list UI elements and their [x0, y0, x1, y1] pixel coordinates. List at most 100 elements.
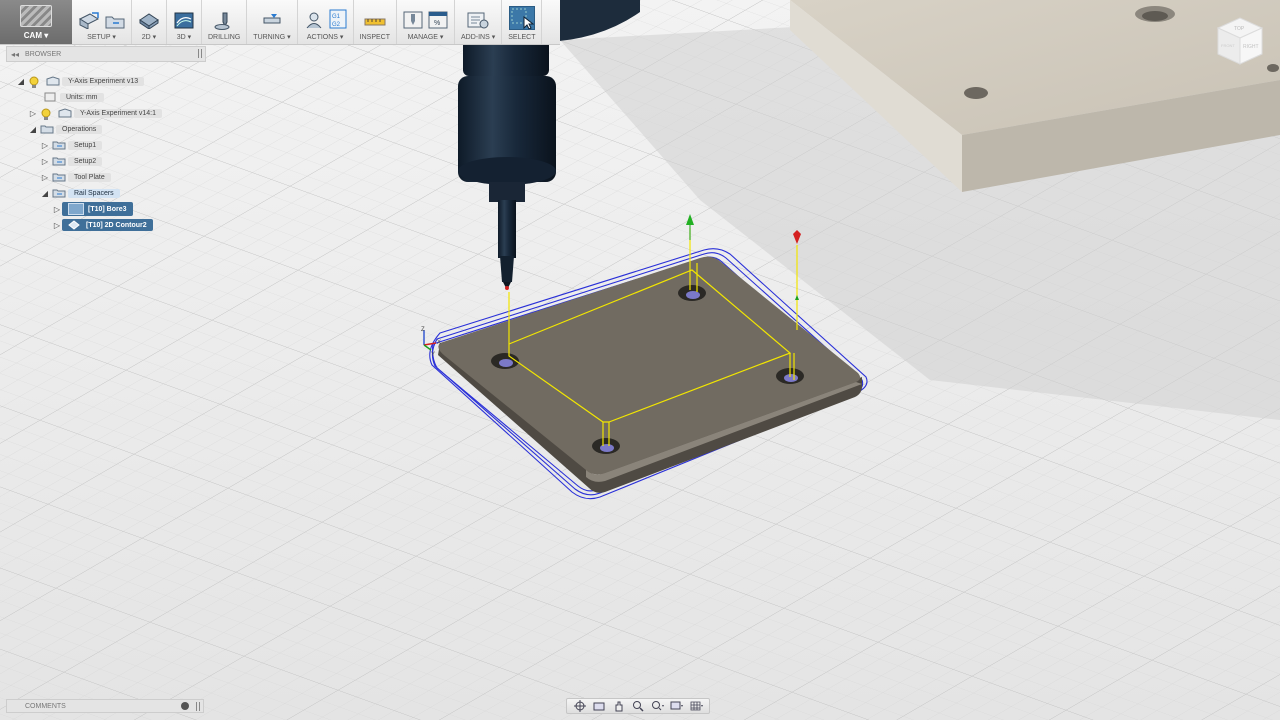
turning-group[interactable]: TURNING ▾: [247, 0, 298, 44]
drill-icon[interactable]: [213, 12, 235, 30]
units-icon: [44, 92, 58, 102]
viewcube-front-label: FRONT: [1221, 43, 1235, 48]
expand-toggle-icon[interactable]: ▷: [40, 173, 50, 182]
expand-toggle-icon[interactable]: ◢: [16, 77, 26, 86]
template-library-icon[interactable]: %: [428, 11, 448, 29]
fit-zoom-icon[interactable]: [651, 700, 664, 712]
manage-group[interactable]: % MANAGE ▾: [397, 0, 455, 44]
3d-group[interactable]: 3D ▾: [167, 0, 202, 44]
add-ins-group[interactable]: ADD-INS ▾: [455, 0, 503, 44]
setup-menu-label: SETUP ▾: [87, 34, 116, 41]
navigation-bar: [566, 698, 710, 714]
tree-item-root-document[interactable]: ◢ Y-Axis Experiment v13: [16, 74, 145, 88]
tree-item-label: [T10] 2D Contour2: [86, 221, 147, 229]
look-at-icon[interactable]: [593, 700, 606, 712]
browser-header[interactable]: ◂◂ BROWSER: [6, 46, 206, 62]
tree-item-label: Y-Axis Experiment v14:1: [74, 108, 162, 118]
tree-item-units[interactable]: Units: mm: [42, 90, 104, 104]
select-group[interactable]: SELECT: [502, 0, 543, 44]
contour-operation-icon: [68, 220, 82, 230]
drilling-label: DRILLING: [208, 34, 241, 41]
bore-operation-icon: [68, 203, 84, 215]
comments-panel[interactable]: COMMENTS: [6, 699, 204, 713]
browser-panel: ◂◂ BROWSER ◢ Y-Axis Experiment v13 Units…: [6, 46, 206, 231]
browser-title: BROWSER: [25, 50, 62, 58]
turning-menu-label: TURNING ▾: [253, 34, 291, 41]
tree-item-label: Y-Axis Experiment v13: [62, 76, 145, 86]
tree-item-tool-plate[interactable]: ▷ Tool Plate: [40, 170, 111, 184]
svg-text:%: %: [434, 20, 440, 27]
inspect-label: INSPECT: [359, 34, 390, 41]
zoom-icon[interactable]: [631, 700, 644, 712]
cam-workspace-icon: [20, 5, 52, 27]
component-icon: [46, 76, 60, 86]
component-icon: [58, 108, 72, 118]
canvas-viewport[interactable]: Z X Y: [0, 0, 1280, 720]
scripts-addins-icon[interactable]: [467, 11, 489, 29]
tree-item-label: Units: mm: [60, 92, 104, 102]
display-settings-icon[interactable]: [670, 700, 684, 712]
tree-item-label: Operations: [56, 124, 103, 134]
turning-icon[interactable]: [261, 11, 283, 29]
expand-toggle-icon[interactable]: ◢: [40, 189, 50, 198]
tree-item-rail-spacers[interactable]: ◢ Rail Spacers: [40, 186, 120, 200]
svg-text:G2: G2: [332, 22, 341, 28]
visibility-bulb-icon[interactable]: [28, 76, 42, 88]
axis-y-label: Y: [431, 352, 435, 358]
expand-toggle-icon[interactable]: ◢: [28, 125, 38, 134]
selected-operation-chip: [T10] 2D Contour2: [62, 219, 153, 231]
drilling-group[interactable]: DRILLING: [202, 0, 248, 44]
viewcube-top-label: TOP: [1234, 26, 1245, 32]
collapse-panel-icon[interactable]: ◂◂: [11, 50, 19, 59]
expand-toggle-icon[interactable]: ▷: [40, 157, 50, 166]
setup-icon: [52, 188, 66, 198]
tree-item-label: [T10] Bore3: [88, 205, 127, 213]
view-cube[interactable]: TOP FRONT RIGHT: [1212, 14, 1268, 68]
new-setup-icon[interactable]: [78, 11, 100, 29]
tree-item-2d-contour2[interactable]: ▷ [T10] 2D Contour2: [52, 218, 153, 232]
expand-toggle-icon[interactable]: ▷: [40, 141, 50, 150]
tree-item-referenced-component[interactable]: ▷ Y-Axis Experiment v14:1: [28, 106, 162, 120]
tree-item-label: Setup1: [68, 140, 103, 150]
actions-group[interactable]: G1 G2 ACTIONS ▾: [298, 0, 354, 44]
workspace-label: CAM ▾: [23, 31, 49, 40]
expand-toggle-icon[interactable]: ▷: [28, 109, 38, 118]
axis-x-label: X: [437, 340, 441, 346]
setup-icon: [52, 140, 66, 150]
manage-menu-label: MANAGE ▾: [407, 34, 444, 41]
tree-item-bore3[interactable]: ▷ [T10] Bore3: [52, 202, 133, 216]
actions-menu-label: ACTIONS ▾: [306, 34, 344, 41]
orbit-icon[interactable]: [573, 700, 586, 712]
setup-icon: [52, 172, 66, 182]
setup-folder-icon[interactable]: [105, 13, 125, 29]
visibility-bulb-icon[interactable]: [40, 108, 54, 120]
simulate-icon[interactable]: [304, 11, 324, 29]
pin-panel-icon[interactable]: [196, 702, 200, 711]
axis-z-label: Z: [421, 327, 425, 333]
2d-group[interactable]: 2D ▾: [132, 0, 167, 44]
pin-panel-icon[interactable]: [198, 49, 202, 58]
workspace-switcher[interactable]: CAM ▾: [0, 0, 72, 44]
setup-group[interactable]: SETUP ▾: [72, 0, 132, 44]
comments-title: COMMENTS: [25, 702, 66, 710]
select-cursor-icon[interactable]: [508, 6, 535, 30]
tree-item-setup1[interactable]: ▷ Setup1: [40, 138, 103, 152]
inspect-group[interactable]: INSPECT: [354, 0, 397, 44]
post-process-icon[interactable]: G1 G2: [329, 9, 347, 29]
tree-item-label: Setup2: [68, 156, 103, 166]
tree-item-setup2[interactable]: ▷ Setup2: [40, 154, 103, 168]
pan-icon[interactable]: [612, 700, 625, 712]
expand-toggle-icon[interactable]: ▷: [52, 205, 62, 214]
setup-icon: [52, 156, 66, 166]
add-comment-icon[interactable]: [181, 702, 189, 710]
3d-adaptive-icon[interactable]: [173, 11, 195, 29]
expand-toggle-icon[interactable]: ▷: [52, 221, 62, 230]
2d-menu-label: 2D ▾: [141, 34, 157, 41]
tool-library-icon[interactable]: [403, 11, 423, 29]
2d-pocket-icon[interactable]: [138, 11, 160, 29]
measure-icon[interactable]: [364, 14, 386, 30]
svg-text:G1: G1: [332, 14, 341, 20]
tree-item-operations[interactable]: ◢ Operations: [28, 122, 103, 136]
tree-item-label: Rail Spacers: [68, 188, 120, 198]
grid-settings-icon[interactable]: [690, 700, 703, 712]
